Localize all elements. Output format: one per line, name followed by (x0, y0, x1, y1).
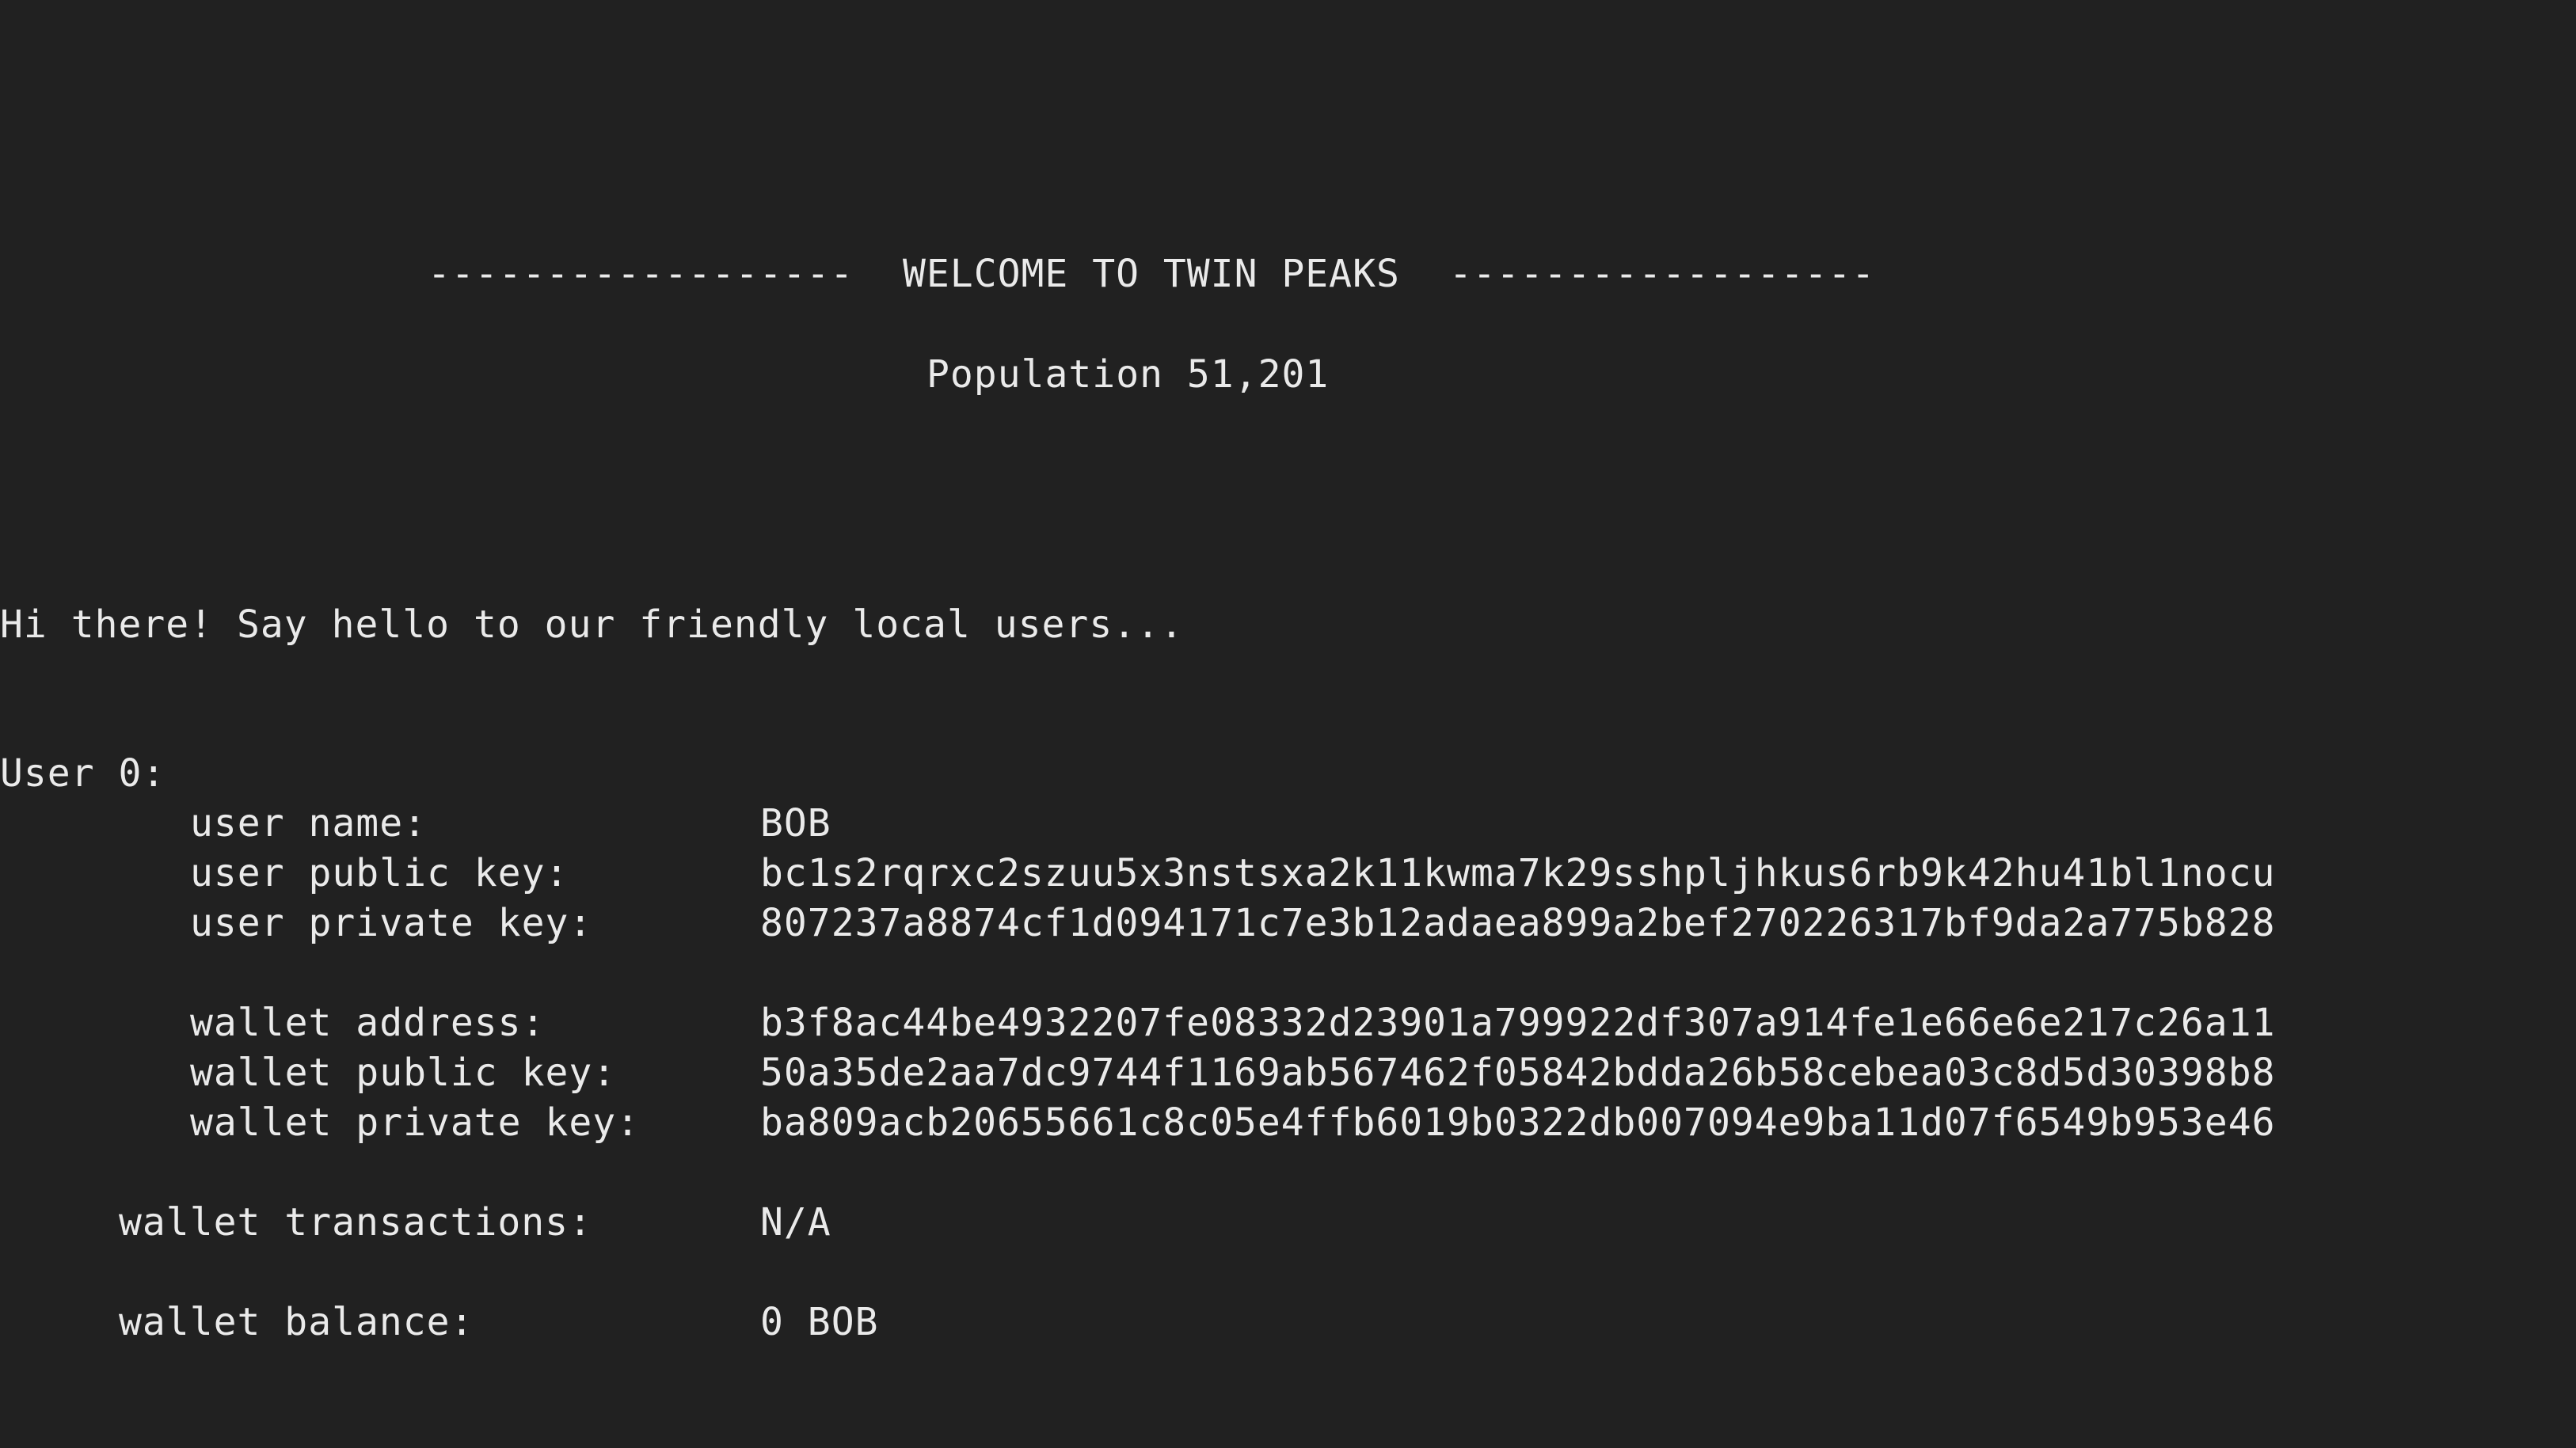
user-name-label: user name: (190, 801, 427, 846)
wallet-transactions-value: N/A (760, 1200, 831, 1245)
greeting-text: Hi there! Say hello to our friendly loca… (0, 602, 1184, 647)
user-private-key-label: user private key: (190, 901, 593, 945)
wallet-balance-value: 0 BOB (760, 1300, 879, 1344)
banner-title: WELCOME TO TWIN PEAKS (903, 252, 1400, 296)
population-text: Population 51,201 (927, 352, 1330, 397)
user-private-key-value: 807237a8874cf1d094171c7e3b12adaea899a2be… (760, 901, 2276, 945)
wallet-public-key-value: 50a35de2aa7dc9744f1169ab567462f05842bdda… (760, 1051, 2276, 1095)
banner-left-rule: ------------------ (428, 252, 854, 296)
wallet-address-value: b3f8ac44be4932207fe08332d23901a799922df3… (760, 1001, 2276, 1045)
user-header: User 0: (0, 751, 166, 796)
wallet-private-key-label: wallet private key: (190, 1100, 641, 1145)
banner-right-rule: ------------------ (1449, 252, 1876, 296)
wallet-address-label: wallet address: (190, 1001, 546, 1045)
user-name-value: BOB (760, 801, 831, 846)
wallet-public-key-label: wallet public key: (190, 1051, 617, 1095)
user-public-key-label: user public key: (190, 851, 569, 895)
wallet-private-key-value: ba809acb20655661c8c05e4ffb6019b0322db007… (760, 1100, 2276, 1145)
user-public-key-value: bc1s2rqrxc2szuu5x3nstsxa2k11kwma7k29sshp… (760, 851, 2276, 895)
wallet-balance-label: wallet balance: (119, 1300, 474, 1344)
terminal-window: ------------------ WELCOME TO TWIN PEAKS… (0, 0, 2576, 1448)
wallet-transactions-label: wallet transactions: (119, 1200, 592, 1245)
